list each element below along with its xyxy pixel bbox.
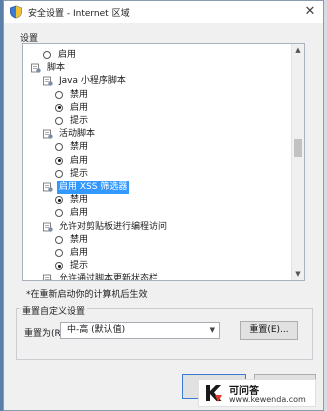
tree-item-label: 禁用 — [70, 234, 89, 245]
watermark-badge: 可问答 www.kewenda.com — [198, 379, 316, 407]
tree-item-label: 启用 — [70, 155, 89, 166]
radio-option[interactable]: 启用 — [55, 247, 90, 260]
tree-item-label: 启用 — [70, 208, 89, 219]
radio-unchecked-icon[interactable] — [55, 117, 63, 125]
radio-option[interactable]: 启用 — [55, 207, 90, 220]
scroll-down-icon[interactable]: ▼ — [292, 268, 304, 280]
radio-option[interactable]: 启用 — [55, 102, 90, 115]
radio-unchecked-icon[interactable] — [55, 249, 63, 257]
scroll-up-icon[interactable]: ▲ — [292, 44, 304, 56]
security-settings-dialog: 安全设置 - Internet 区域 ✕ 设置 启用 脚本 Java 小程序脚本 禁用… — [3, 0, 324, 411]
tree-item-label: 提示 — [70, 168, 89, 179]
radio-unchecked-icon[interactable] — [55, 143, 63, 152]
tree-item-label: 启用 XSS 筛选器 — [57, 181, 130, 194]
tree-item-label: 提示 — [70, 116, 89, 126]
radio-option[interactable]: 禁用 — [55, 89, 90, 102]
tree-item-label: 禁用 — [70, 142, 89, 153]
radio-unchecked-icon[interactable] — [43, 51, 51, 59]
tree-item-label: 启用 — [70, 102, 89, 113]
reset-level-select[interactable]: 中-高 (默认值) ▼ — [60, 322, 220, 339]
k-logo-icon — [203, 383, 225, 403]
radio-checked-icon[interactable] — [55, 196, 63, 205]
tree-item-label: 活动脚本 — [59, 129, 96, 140]
restart-note: *在重新启动你的计算机后生效 — [26, 290, 148, 300]
watermark-url: www.kewenda.com — [229, 395, 306, 404]
radio-option[interactable]: 启用 — [43, 49, 78, 62]
settings-node-icon — [43, 182, 53, 192]
tree-node[interactable]: 允许对剪贴板进行编程访问 — [43, 221, 169, 234]
shield-icon — [10, 5, 22, 19]
tree-item-label: 启用 — [70, 248, 89, 258]
settings-node-icon — [43, 129, 53, 139]
reset-button[interactable]: 重置(E)... — [240, 321, 298, 340]
title-bar: 安全设置 - Internet 区域 ✕ — [4, 1, 323, 23]
tree-item-label: 允许对剪贴板进行编程访问 — [59, 221, 168, 232]
radio-option[interactable]: 禁用 — [55, 234, 90, 247]
radio-option[interactable]: 提示 — [55, 168, 90, 181]
tree-node[interactable]: 脚本 — [31, 62, 67, 75]
settings-node-icon — [31, 63, 41, 73]
radio-checked-icon[interactable] — [55, 156, 63, 165]
tree-item-label: 禁用 — [70, 89, 89, 100]
reset-level-value: 中-高 (默认值) — [67, 325, 126, 335]
tree-item-label: Java 小程序脚本 — [59, 76, 126, 87]
window-title: 安全设置 - Internet 区域 — [28, 9, 130, 19]
radio-unchecked-icon[interactable] — [55, 209, 63, 218]
close-button[interactable]: ✕ — [297, 1, 323, 23]
tree-node[interactable]: 允许通过脚本更新状态栏 — [43, 273, 160, 281]
tree-item-label: 脚本 — [47, 63, 66, 74]
tree-item-label: 启用 — [58, 50, 77, 60]
tree-node[interactable]: 启用 XSS 筛选器 — [43, 181, 130, 194]
radio-option[interactable]: 禁用 — [55, 194, 90, 207]
vertical-scrollbar[interactable]: ▲ ▼ — [291, 44, 304, 280]
scrollbar-thumb[interactable] — [294, 139, 302, 157]
radio-option[interactable]: 提示 — [55, 260, 90, 273]
settings-node-icon — [43, 274, 53, 280]
settings-node-icon — [43, 76, 53, 87]
radio-option[interactable]: 启用 — [55, 155, 90, 168]
radio-unchecked-icon[interactable] — [55, 90, 63, 99]
radio-unchecked-icon[interactable] — [55, 235, 63, 244]
tree-item-label: 禁用 — [70, 195, 89, 206]
radio-option[interactable]: 禁用 — [55, 141, 90, 154]
settings-node-icon — [43, 222, 53, 232]
close-icon: ✕ — [304, 4, 316, 19]
radio-option[interactable]: 提示 — [55, 115, 90, 128]
tree-item-label: 提示 — [70, 261, 89, 272]
settings-tree-list[interactable]: 启用 脚本 Java 小程序脚本 禁用 启用 提示 活动脚本 禁用 启用 提示 启用 XSS 筛选器… — [22, 43, 305, 281]
radio-checked-icon[interactable] — [55, 103, 63, 112]
chevron-down-icon: ▼ — [209, 326, 215, 334]
tree-node[interactable]: Java 小程序脚本 — [43, 75, 128, 88]
radio-checked-icon[interactable] — [55, 262, 63, 271]
reset-section-title: 重置自定义设置 — [20, 304, 88, 317]
radio-unchecked-icon[interactable] — [55, 169, 63, 178]
tree-item-label: 允许通过脚本更新状态栏 — [59, 274, 159, 281]
tree-node[interactable]: 活动脚本 — [43, 128, 97, 141]
